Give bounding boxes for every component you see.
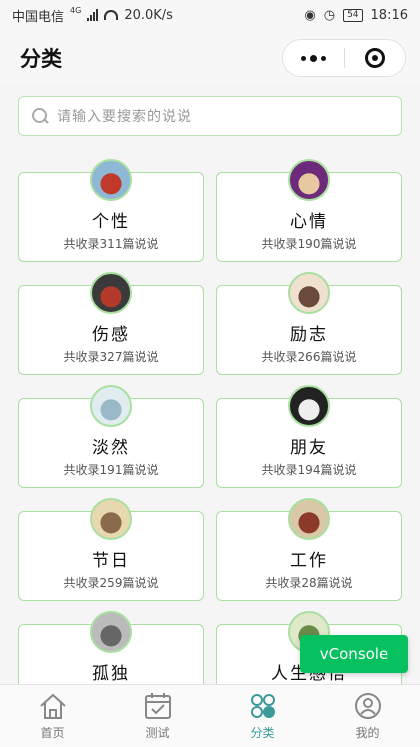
- eye-icon: ◉: [304, 7, 316, 23]
- search-icon: [31, 107, 49, 125]
- search-placeholder: 请输入要搜索的说说: [57, 109, 192, 125]
- tab-label: 测试: [145, 725, 170, 740]
- more-dots-icon: [300, 54, 326, 62]
- calendar-check-icon: [144, 692, 171, 719]
- target-icon: [364, 48, 385, 68]
- category-card[interactable]: 励志 共收录266篇说说: [216, 272, 402, 375]
- category-name: 工作: [290, 551, 328, 571]
- carrier-label: 中国电信: [12, 9, 65, 25]
- category-name: 心情: [290, 212, 328, 232]
- tab-home[interactable]: 首页: [0, 685, 105, 747]
- category-name: 个性: [92, 212, 130, 232]
- network-type: 4G: [70, 5, 82, 15]
- tab-mine[interactable]: 我的: [315, 685, 420, 747]
- category-card[interactable]: 淡然 共收录191篇说说: [18, 385, 204, 488]
- category-avatar: [288, 272, 330, 314]
- battery-icon: 54: [343, 8, 363, 22]
- nav-bar: 分类: [0, 30, 420, 86]
- signal-icon: [87, 9, 99, 21]
- category-avatar: [288, 498, 330, 540]
- category-count: 共收录190篇说说: [261, 237, 357, 251]
- vconsole-button[interactable]: vConsole: [300, 635, 408, 673]
- category-name: 节日: [92, 551, 130, 571]
- home-icon: [39, 693, 66, 719]
- category-card[interactable]: 个性 共收录311篇说说: [18, 159, 204, 262]
- category-name: 淡然: [92, 438, 130, 458]
- category-card[interactable]: 朋友 共收录194篇说说: [216, 385, 402, 488]
- close-button[interactable]: [345, 40, 406, 76]
- category-name: 孤独: [92, 664, 130, 684]
- category-count: 共收录259篇说说: [63, 576, 159, 590]
- category-avatar: [90, 498, 132, 540]
- alarm-icon: ◷: [323, 7, 336, 23]
- tab-label: 分类: [250, 725, 275, 740]
- category-count: 共收录191篇说说: [63, 463, 159, 477]
- category-card[interactable]: 心情 共收录190篇说说: [216, 159, 402, 262]
- category-name: 伤感: [92, 325, 130, 345]
- clock: 18:16: [370, 7, 408, 23]
- network-speed: 20.0K/s: [124, 7, 173, 23]
- status-bar: 中国电信 4G 20.0K/s ◉ ◷ 54 18:16: [0, 0, 420, 30]
- category-count: 共收录266篇说说: [261, 350, 357, 364]
- category-avatar: [90, 385, 132, 427]
- tab-label: 我的: [355, 725, 380, 740]
- category-card[interactable]: 伤感 共收录327篇说说: [18, 272, 204, 375]
- tab-bar: 首页 测试 分类 我的: [0, 684, 420, 747]
- tab-label: 首页: [40, 725, 65, 740]
- tab-category[interactable]: 分类: [210, 685, 315, 747]
- category-avatar: [288, 385, 330, 427]
- category-count: 共收录194篇说说: [261, 463, 357, 477]
- category-card[interactable]: 节日 共收录259篇说说: [18, 498, 204, 601]
- page-title: 分类: [20, 47, 62, 71]
- category-icon: [250, 693, 275, 718]
- wifi-icon: [104, 10, 119, 20]
- category-avatar: [288, 159, 330, 201]
- category-count: 共收录327篇说说: [63, 350, 159, 364]
- category-name: 朋友: [290, 438, 328, 458]
- mini-program-capsule: [282, 39, 406, 77]
- user-icon: [354, 692, 381, 719]
- category-count: 共收录311篇说说: [63, 237, 159, 251]
- category-name: 励志: [290, 325, 328, 345]
- more-button[interactable]: [283, 40, 344, 76]
- category-avatar: [90, 159, 132, 201]
- category-avatar: [90, 611, 132, 653]
- category-card[interactable]: 工作 共收录28篇说说: [216, 498, 402, 601]
- search-input[interactable]: 请输入要搜索的说说: [18, 96, 402, 136]
- category-avatar: [90, 272, 132, 314]
- category-count: 共收录28篇说说: [265, 576, 353, 590]
- tab-test[interactable]: 测试: [105, 685, 210, 747]
